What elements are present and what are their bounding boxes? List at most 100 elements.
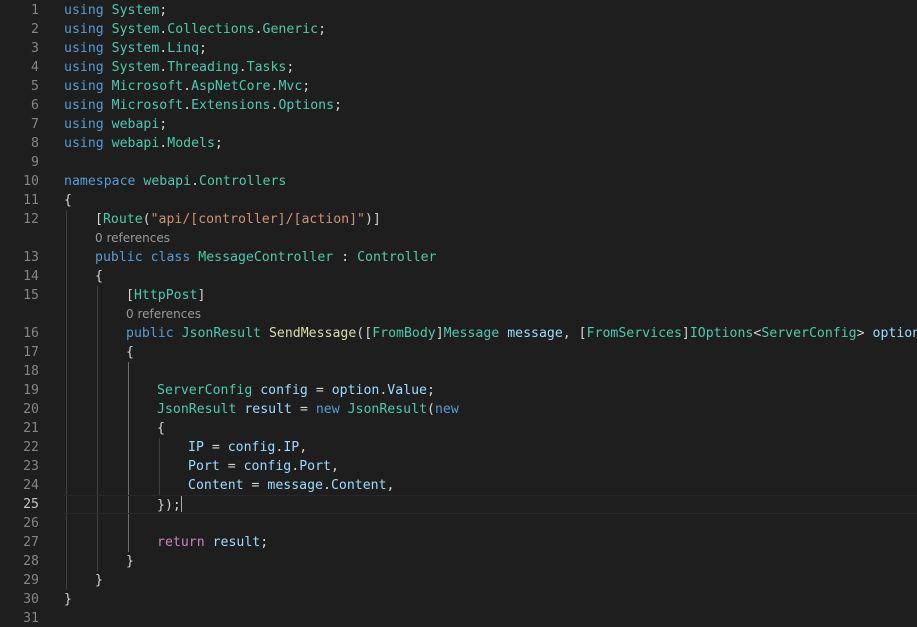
code-token: )] (364, 212, 381, 227)
code-token: Microsoft (111, 98, 184, 113)
code-token: IP (283, 440, 300, 455)
code-token: Controllers (199, 174, 287, 189)
code-line[interactable]: 15 [HttpPost] (0, 286, 917, 305)
code-editor[interactable]: 1 using System; 2 using System.Collections.… (0, 0, 917, 627)
line-number: 5 (31, 79, 39, 94)
code-text: IP = config.IP, (188, 438, 307, 457)
code-token: FromBody (372, 326, 436, 341)
code-text: using Microsoft.AspNetCore.Mvc; (64, 77, 310, 96)
line-number: 30 (23, 592, 39, 607)
code-line[interactable]: 25}); (0, 495, 917, 514)
code-text: using webapi.Models; (64, 134, 223, 153)
code-token: , (386, 478, 395, 493)
code-token: webapi (111, 136, 160, 151)
code-token: { (95, 269, 103, 284)
code-token: ; (214, 136, 223, 151)
code-line[interactable]: 23 Port = config.Port, (0, 457, 917, 476)
line-number: 1 (31, 3, 39, 18)
code-token: new (315, 402, 340, 417)
code-line[interactable]: 14 { (0, 267, 917, 286)
code-token: webapi (111, 117, 160, 132)
code-token: . (254, 22, 263, 37)
code-token: using (64, 79, 104, 94)
code-token: message (507, 326, 563, 341)
code-token: using (64, 98, 104, 113)
code-token: FromServices (586, 326, 682, 341)
code-token: Extensions (191, 98, 271, 113)
line-number: 2 (31, 22, 39, 37)
code-line[interactable]: 10 namespace webapi.Controllers (0, 172, 917, 191)
code-line[interactable]: 31 (0, 609, 917, 627)
code-text: } (126, 552, 134, 571)
code-line[interactable]: 12 [Route("api/[controller]/[action]")] (0, 210, 917, 229)
code-token: = (243, 478, 268, 493)
code-token: ] (435, 326, 444, 341)
line-number: 25 (23, 497, 39, 512)
codelens-references[interactable]: 0 references (126, 305, 201, 324)
code-token: result (212, 535, 261, 550)
code-token: using (64, 117, 104, 132)
code-line[interactable]: 1 using System; (0, 1, 917, 20)
code-line[interactable]: 30} (0, 590, 917, 609)
code-token: = (203, 440, 228, 455)
code-line[interactable]: 29} (0, 571, 917, 590)
code-token: , (299, 440, 308, 455)
code-token: using (64, 3, 104, 18)
code-line[interactable]: 26 (0, 514, 917, 533)
code-line[interactable]: 16 public JsonResult SendMessage([FromBod… (0, 324, 917, 343)
code-line[interactable]: 24 Content = message.Content, (0, 476, 917, 495)
code-token: config (227, 440, 276, 455)
code-line[interactable]: 3 using System.Linq; (0, 39, 917, 58)
line-number: 23 (23, 459, 39, 474)
code-text: using System.Threading.Tasks; (64, 58, 294, 77)
codelens-references[interactable]: 0 references (95, 229, 170, 248)
line-number: 19 (23, 383, 39, 398)
code-token: SendMessage (268, 326, 357, 341)
code-token: System (111, 3, 160, 18)
code-token: option (331, 383, 380, 398)
code-text: [Route("api/[controller]/[action]")] (95, 210, 381, 229)
code-token: ([ (356, 326, 373, 341)
code-line[interactable]: 28} (0, 552, 917, 571)
line-number: 20 (23, 402, 39, 417)
code-line[interactable]: 8 using webapi.Models; (0, 134, 917, 153)
code-line[interactable]: 13 public class MessageController : Contr… (0, 248, 917, 267)
code-token: ; (318, 22, 327, 37)
code-token: webapi (143, 174, 192, 189)
code-token: . (183, 79, 192, 94)
code-token: . (191, 174, 200, 189)
code-line[interactable]: 11 { (0, 191, 917, 210)
code-line[interactable]: 19 ServerConfig config = option.Value; (0, 381, 917, 400)
code-text: using System; (64, 1, 167, 20)
code-line[interactable]: 7 using webapi; (0, 115, 917, 134)
code-line[interactable]: 22 IP = config.IP, (0, 438, 917, 457)
code-token: Port (188, 459, 220, 474)
line-number: 7 (31, 117, 39, 132)
line-number: 6 (31, 98, 39, 113)
code-token: ; (427, 383, 435, 398)
code-line[interactable]: 4 using System.Threading.Tasks; (0, 58, 917, 77)
code-line[interactable]: 20 JsonResult result = new JsonResult(new (0, 400, 917, 419)
code-line[interactable]: 17 { (0, 343, 917, 362)
code-token: using (64, 22, 104, 37)
code-line[interactable]: 2 using System.Collections.Generic; (0, 20, 917, 39)
code-line[interactable]: 5 using Microsoft.AspNetCore.Mvc; (0, 77, 917, 96)
code-line[interactable]: 9 (0, 153, 917, 172)
line-number: 27 (23, 535, 39, 550)
code-token: using (64, 41, 104, 56)
code-token: ; (286, 60, 295, 75)
code-token: Microsoft (111, 79, 184, 94)
text-cursor (180, 495, 183, 512)
code-line[interactable]: 18 (0, 362, 917, 381)
code-token: System (111, 60, 160, 75)
code-line[interactable]: 27 return result; (0, 533, 917, 552)
code-text: using Microsoft.Extensions.Options; (64, 96, 342, 115)
code-line[interactable]: 21 { (0, 419, 917, 438)
code-token: public (95, 250, 143, 265)
code-token: }); (157, 498, 181, 513)
code-line[interactable]: 6 using Microsoft.Extensions.Options; (0, 96, 917, 115)
